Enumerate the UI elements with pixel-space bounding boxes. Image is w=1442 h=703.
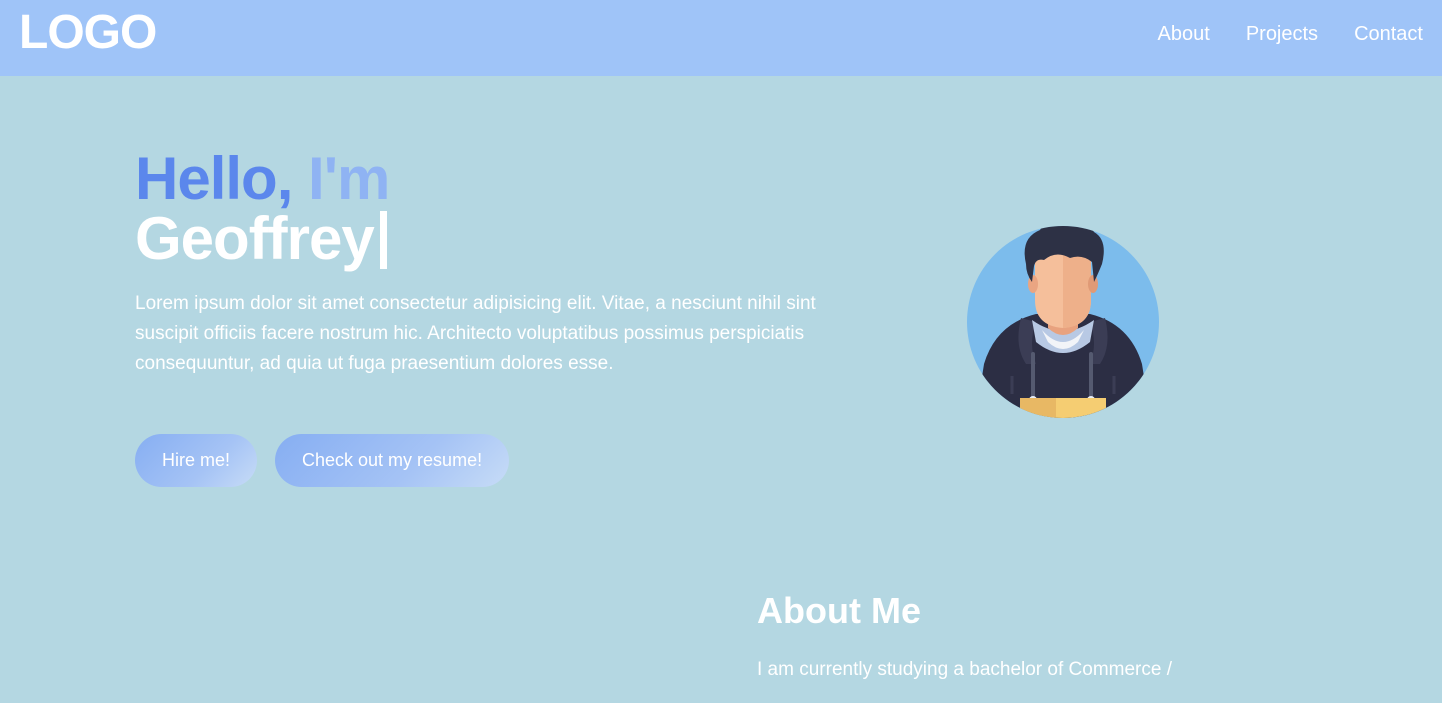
hero-buttons: Hire me! Check out my resume! [135,434,510,487]
logo[interactable]: LOGO [19,7,157,59]
nav-link-contact[interactable]: Contact [1354,21,1423,47]
hero-name: Geoffrey [135,205,375,272]
hero-name-line: Geoffrey [135,209,835,269]
navbar: LOGO About Projects Contact [0,0,1442,76]
nav-links: About Projects Contact [1158,21,1423,47]
hero-section: Hello, I'm Geoffrey Lorem ipsum dolor si… [135,148,835,398]
hire-me-button[interactable]: Hire me! [135,434,258,487]
typing-cursor [379,211,387,269]
hero-intro: Lorem ipsum dolor sit amet consectetur a… [135,293,816,374]
greeting-im: I'm [308,145,390,212]
greeting-hello: Hello, [135,145,293,212]
nav-link-about[interactable]: About [1158,21,1210,47]
resume-button[interactable]: Check out my resume! [275,434,510,487]
about-title: About Me [757,590,921,631]
hero-greeting: Hello, I'm [135,148,835,210]
person-avatar-icon [966,214,1160,420]
about-section: About Me I am currently studying a bache… [757,590,1277,703]
nav-link-projects[interactable]: Projects [1246,21,1318,47]
